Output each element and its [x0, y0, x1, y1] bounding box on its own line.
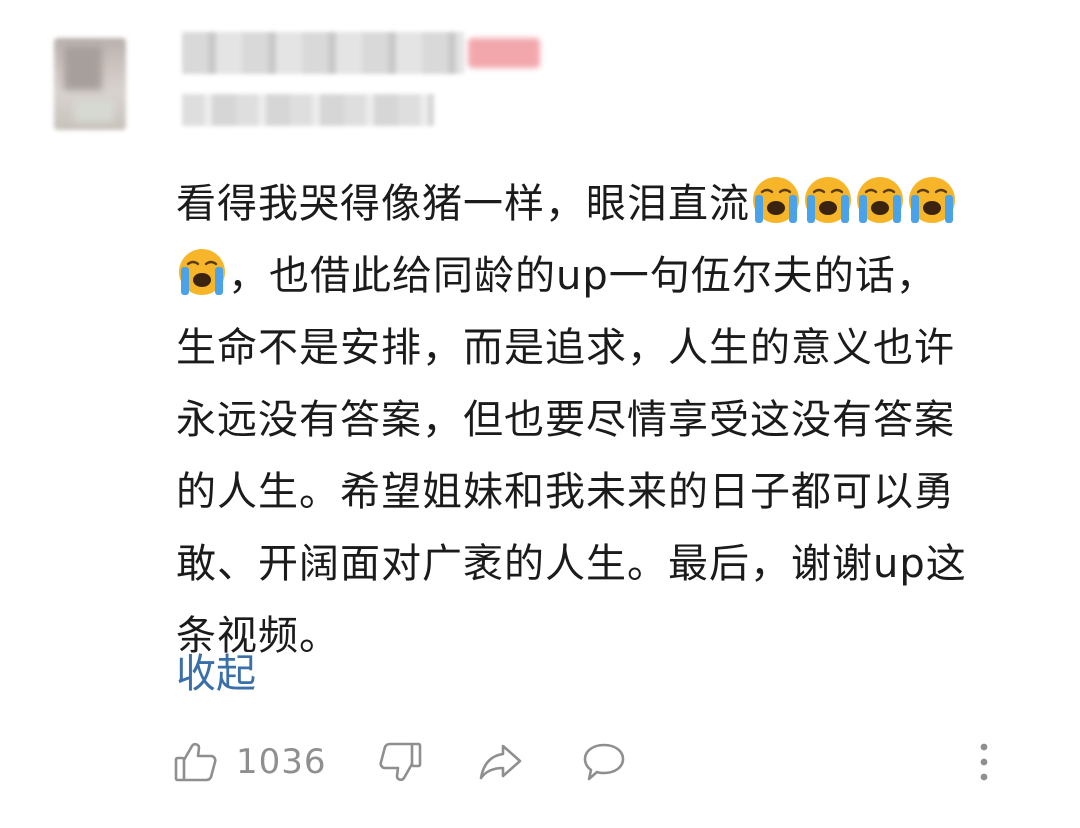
- share-button[interactable]: [476, 732, 524, 792]
- reply-button[interactable]: [580, 732, 628, 792]
- comment-line: 永远没有答案，但也要尽情享受这没有答案: [176, 397, 955, 443]
- collapse-link[interactable]: 收起: [176, 642, 256, 706]
- comment-text: 看得我哭得像猪一样，眼泪直流 ，也借此给同龄的up一句伍尔夫的话， 生命不是安排…: [176, 168, 1048, 672]
- user-badge-blurred: [468, 38, 540, 68]
- comment-line: 条视频。: [176, 613, 340, 659]
- loudly-crying-face-icon: [805, 177, 851, 223]
- comment-line: 敢、开阔面对广袤的人生。最后，谢谢up这: [176, 541, 967, 587]
- thumbs-down-icon: [379, 742, 422, 782]
- comment-action-bar: 1036: [172, 732, 1032, 792]
- comment-meta-blurred: [182, 94, 434, 126]
- more-vertical-icon: [980, 743, 988, 781]
- loudly-crying-face-icon: [909, 177, 955, 223]
- username-blurred[interactable]: [182, 32, 464, 74]
- comment-line: 的人生。希望姐妹和我未来的日子都可以勇: [176, 469, 955, 515]
- loudly-crying-face-icon: [857, 177, 903, 223]
- comment-icon: [583, 743, 625, 781]
- like-count: 1036: [236, 742, 327, 782]
- more-options-button[interactable]: [972, 732, 996, 792]
- like-button[interactable]: 1036: [172, 732, 327, 792]
- comment-line: 看得我哭得像猪一样，眼泪直流: [176, 168, 1048, 240]
- comment-line: ，也借此给同龄的up一句伍尔夫的话，: [176, 240, 1048, 312]
- avatar[interactable]: [54, 38, 126, 130]
- loudly-crying-face-icon: [753, 177, 799, 223]
- dislike-button[interactable]: [376, 732, 424, 792]
- share-icon: [479, 744, 522, 780]
- thumbs-up-icon: [174, 742, 217, 782]
- comment-line: 生命不是安排，而是追求，人生的意义也许: [176, 325, 955, 371]
- loudly-crying-face-icon: [179, 249, 225, 295]
